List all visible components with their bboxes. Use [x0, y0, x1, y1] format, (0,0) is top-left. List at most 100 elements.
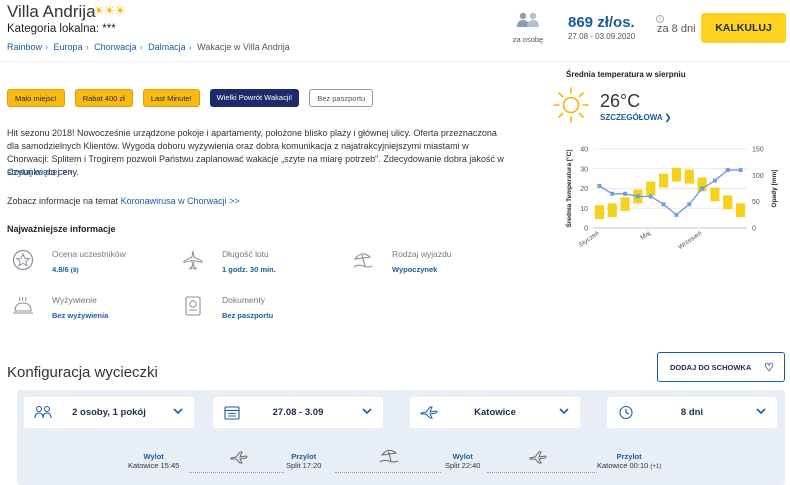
weather-title: Średnia temperatura w sierpniu	[566, 70, 686, 79]
food-icon	[13, 296, 33, 314]
per-person-label: za osobę	[512, 35, 544, 44]
weather-details-link[interactable]: SZCZEGÓŁOWA ❯	[600, 113, 671, 122]
chevron-down-icon	[173, 408, 183, 415]
star-badge-icon	[12, 249, 34, 271]
y-tick-left: 40	[580, 147, 588, 154]
chevron-down-icon	[756, 408, 766, 415]
trip-days: za 8 dni	[657, 23, 696, 35]
x-tick-label: Styczeń	[578, 230, 601, 249]
badge-big-return: Wielki Powrót Wakacji!	[209, 89, 300, 107]
flight-detail: Katowice 15:45	[128, 461, 180, 470]
beach-icon	[353, 253, 373, 268]
precipitation-point	[712, 178, 717, 183]
y-tick-right: 100	[752, 173, 764, 180]
airplane-icon	[230, 451, 248, 464]
chevron-down-icon	[362, 408, 372, 415]
breadcrumb-europa[interactable]: Europa	[54, 42, 83, 52]
temperature-bar	[710, 187, 720, 202]
select-duration[interactable]: 8 dni	[607, 397, 777, 428]
flight-out-departure: Wylot Katowice 15:45	[128, 452, 179, 470]
badge-last-minute: Last Minute!	[142, 89, 200, 107]
beach-icon	[379, 449, 399, 463]
page-title: Villa Andrija	[7, 2, 96, 21]
breadcrumb-rainbow[interactable]: Rainbow	[7, 42, 42, 52]
fact-documents-value: Bez paszportu	[222, 311, 274, 320]
y-axis-label-left: Średnia Temperatura [°C]	[564, 150, 573, 228]
fact-rating-value: 4.8/6 (8)	[52, 265, 79, 274]
next-day-marker: (+1)	[650, 464, 662, 470]
precipitation-point	[610, 191, 615, 196]
rating-suns: ☀☀☀	[93, 3, 126, 18]
badge-no-passport: Bez paszportu	[309, 89, 374, 107]
select-travellers-value: 2 osoby, 1 pokój	[72, 407, 146, 418]
temperature-value: 26°C	[600, 91, 641, 111]
y-tick-right: 50	[752, 199, 760, 206]
x-tick-label: Maj	[639, 230, 652, 242]
y-tick-right: 150	[752, 147, 764, 154]
fact-trip-type-label: Rodzaj wyjazdu	[392, 249, 452, 259]
people-icon	[517, 12, 539, 27]
precipitation-point	[700, 186, 705, 191]
temperature-bar	[684, 169, 694, 184]
precipitation-point	[725, 168, 730, 173]
y-axis-label-right: Opady [mm]	[771, 170, 778, 208]
y-tick-right: 0	[752, 226, 756, 233]
breadcrumb-current: Wakacje w Villa Andrija	[197, 42, 290, 52]
stay-path	[335, 472, 441, 473]
precipitation-point	[661, 202, 666, 207]
badges: Mało miejsc! Rabat 400 zł Last Minute! W…	[7, 89, 374, 107]
flight-path	[189, 472, 284, 473]
airplane-icon	[183, 250, 203, 270]
fact-flight-label: Długość lotu	[222, 249, 269, 259]
flight-back-arrival: Przylot Katowice 00:10 (+1)	[597, 452, 661, 470]
flight-head: Przylot	[616, 452, 642, 461]
add-to-wishlist-label: DODAJ DO SCHOWKA	[670, 362, 752, 372]
heart-icon: ♡	[764, 362, 774, 374]
config-title: Konfiguracja wycieczki	[7, 364, 158, 381]
covid-link[interactable]: Koronawirusa w Chorwacji >>	[121, 196, 240, 206]
fact-rating-label: Ocena uczestników	[52, 249, 126, 259]
precipitation-point	[623, 191, 628, 196]
airplane-icon	[529, 451, 547, 464]
header: Villa Andrija ☀☀☀ Kategoria lokalna: ***…	[0, 0, 790, 62]
breadcrumb-dalmacja[interactable]: Dalmacja	[148, 42, 186, 52]
fact-documents-label: Dokumenty	[222, 295, 265, 305]
x-tick-label: Wrzesień	[677, 230, 703, 251]
add-to-wishlist-button[interactable]: DODAJ DO SCHOWKA ♡	[657, 352, 785, 382]
select-dates[interactable]: 27.08 - 3.09	[213, 397, 383, 428]
y-tick-left: 20	[580, 186, 588, 193]
calculate-button[interactable]: KALKULUJ	[701, 13, 786, 43]
covid-info: Zobacz informacje na temat Koronawirusa …	[7, 196, 240, 206]
flight-head: Przylot	[291, 452, 317, 461]
temperature-bar	[735, 203, 746, 218]
precipitation-point	[687, 202, 692, 207]
temperature-bar	[620, 197, 630, 212]
flight-head: Wylot	[452, 452, 473, 461]
flight-detail: Split 17:20	[286, 461, 322, 470]
breadcrumb: Rainbow › Europa › Chorwacja › Dalmacja › Wa…	[7, 42, 290, 52]
fact-food-value: Bez wyżywienia	[52, 311, 109, 320]
description: Hit sezonu 2018! Nowocześnie urządzone p…	[7, 128, 504, 177]
select-travellers[interactable]: 2 osoby, 1 pokój	[24, 397, 194, 428]
covid-prefix: Zobacz informacje na temat	[7, 196, 121, 206]
select-departure[interactable]: Katowice	[410, 397, 580, 428]
chevron-down-icon	[559, 408, 569, 415]
flight-out-arrival: Przylot Split 17:20	[286, 452, 321, 470]
y-tick-left: 10	[580, 206, 588, 213]
precipitation-point	[738, 168, 743, 173]
flight-back-departure: Wylot Split 22:40	[445, 452, 480, 470]
per-person-selector[interactable]: za osobę	[512, 12, 544, 44]
precipitation-point	[648, 194, 653, 199]
trip-dates: 27.08 - 03.09.2020	[568, 32, 636, 41]
read-more-link[interactable]: Czytaj więcej >>	[7, 167, 73, 177]
flight-path	[487, 472, 597, 473]
badge-discount: Rabat 400 zł	[74, 89, 133, 107]
price: 869 zł/os.	[568, 14, 635, 31]
passport-icon	[185, 296, 201, 316]
y-tick-left: 30	[580, 166, 588, 173]
info-icon[interactable]: i	[656, 15, 664, 23]
temperature-bar	[671, 167, 682, 182]
flight-detail-time: Katowice 00:10	[597, 461, 649, 470]
badge-few-places: Mało miejsc!	[7, 89, 65, 107]
breadcrumb-chorwacja[interactable]: Chorwacja	[94, 42, 137, 52]
